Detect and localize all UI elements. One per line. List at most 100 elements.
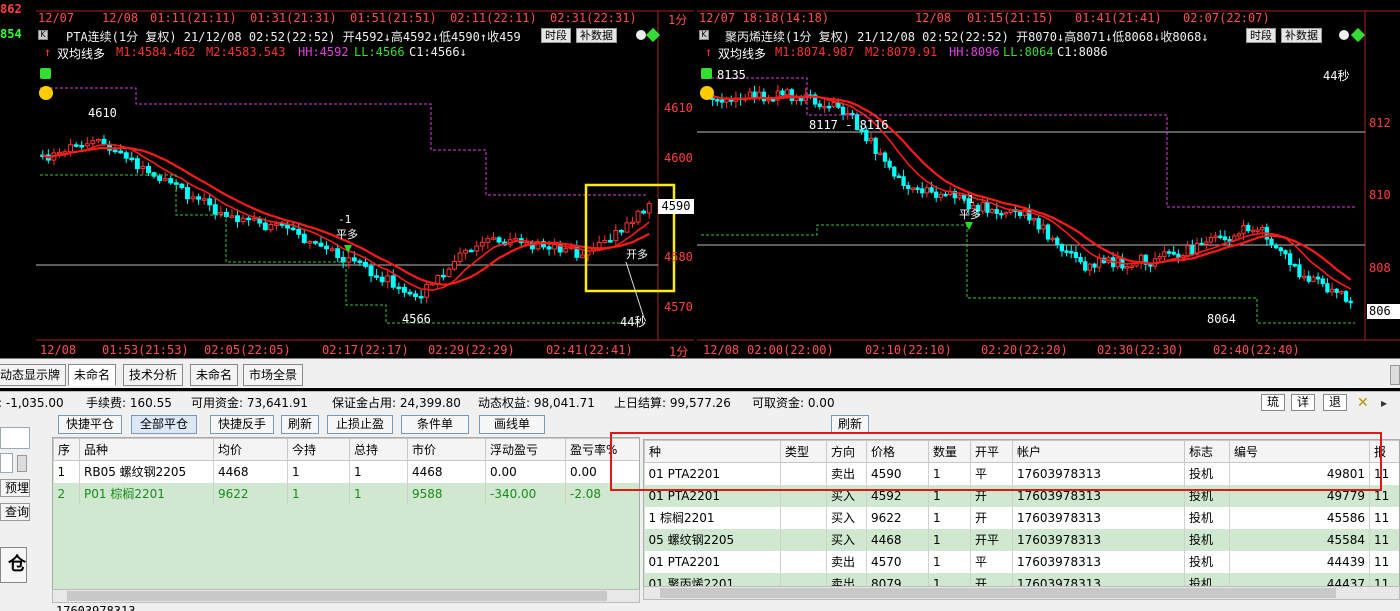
positions-hscroll[interactable] [52, 589, 640, 603]
candle-body [1162, 251, 1167, 258]
left-edge-value-1: 862 [0, 2, 22, 16]
candle-body [999, 212, 1004, 216]
candle-body [1171, 251, 1176, 255]
positions-scroll-thumb[interactable] [67, 591, 607, 601]
col-today-hold[interactable]: 今持 [287, 438, 350, 461]
pin-icon[interactable]: ▸ [1381, 395, 1397, 411]
candle-body [463, 249, 469, 254]
detail-button[interactable]: 详 [1291, 394, 1315, 411]
tab-technical-analysis[interactable]: 技术分析 [123, 364, 184, 386]
candle-body [1334, 288, 1339, 293]
table-row[interactable]: 1 RB05 螺纹钢2205 4468 1 1 4468 0.00 0.00 [53, 460, 639, 483]
col-total-hold[interactable]: 总持 [349, 438, 408, 461]
account-number: 17603978313 [56, 604, 136, 611]
fill-data-button[interactable]: 补数据 [576, 28, 617, 43]
order-price-input[interactable] [0, 453, 13, 473]
table-row[interactable]: 01 PTA2201 卖出 4570 1 平 17603978313 投机 44439 11 [644, 550, 1399, 573]
trades-hscroll[interactable] [643, 586, 1400, 600]
line-order-button[interactable]: 画线单 [479, 415, 545, 434]
stop-loss-profit-button[interactable]: 止损止盈 [327, 415, 393, 434]
settings-icon[interactable] [636, 30, 646, 40]
table-row[interactable]: 1 棕榈2201 买入 9622 1 开 17603978313 投机 45586 11 [644, 506, 1399, 529]
col-avg-price[interactable]: 均价 [213, 438, 288, 461]
chart-menu-icon[interactable]: K [38, 30, 48, 40]
candle-body [363, 261, 368, 267]
candle-body [68, 144, 74, 153]
candle-body [318, 242, 324, 247]
candle-body [229, 215, 235, 218]
moving-average-line [703, 93, 1352, 290]
candle-body [151, 172, 157, 177]
timeframe-button[interactable]: 时段 [1246, 28, 1276, 43]
price-spin-button[interactable] [17, 455, 27, 472]
candle-body [340, 257, 346, 263]
tab-dynamic-board[interactable]: 动态显示牌 [0, 364, 67, 386]
prev-settlement: 上日结算: 99,577.26 [614, 396, 731, 410]
positions-table: 序 品种 均价 今持 总持 市价 浮动盈亏 盈亏率% 1 RB05 螺纹钢220… [53, 438, 639, 505]
top-axis-label: 01:15(21:15) [967, 11, 1054, 25]
lock-button[interactable]: 琉 [1261, 394, 1285, 411]
trades-scroll-thumb[interactable] [660, 588, 1336, 598]
candle-body [396, 286, 402, 290]
query-button[interactable]: 查询 [0, 503, 30, 521]
candle-body [1041, 224, 1046, 230]
top-axis-label: 01:51(21:51) [350, 11, 437, 25]
cell: 1 棕榈2201 [644, 506, 781, 529]
candle-body [1027, 209, 1032, 221]
candle-body [84, 143, 90, 147]
candle-body [1283, 250, 1288, 255]
tab-market-overview[interactable]: 市场全景 [243, 364, 304, 386]
close-all-button[interactable]: 全部平仓 [131, 415, 197, 434]
timeframe-button[interactable]: 时段 [541, 28, 571, 43]
candle-body [1241, 224, 1246, 235]
indicator-ll: LL:8064 [1003, 45, 1054, 59]
tabs-scroll-button[interactable] [1390, 365, 1400, 385]
table-row[interactable]: 2 P01 棕榈2201 9622 1 1 9588 -340.00 -2.08 [53, 482, 639, 505]
candle-body [1301, 275, 1307, 279]
candle-body [1260, 227, 1265, 231]
candle-body [920, 188, 925, 194]
candle-body [485, 238, 491, 243]
fill-data-button[interactable]: 补数据 [1281, 28, 1322, 43]
candle-body [624, 222, 630, 233]
pta-chart-panel[interactable]: 12/07 12/08 01:11(21:11) 01:31(21:31) 01… [36, 0, 694, 358]
col-market-price[interactable]: 市价 [407, 438, 486, 461]
preset-order-button[interactable]: 预埋 [0, 479, 30, 497]
cell: 1 [928, 550, 971, 573]
price-tick: 812 [1369, 116, 1391, 130]
close-position-button[interactable]: 仓 [0, 547, 27, 583]
candle-body [1064, 250, 1069, 253]
tools-icon[interactable]: ✕ [1357, 395, 1373, 411]
candle-body [90, 140, 96, 145]
col-symbol[interactable]: 品种 [79, 438, 214, 461]
cell: 投机 [1184, 550, 1230, 573]
candle-body [134, 158, 140, 170]
pp-chart-panel[interactable]: 12/07 18:18(14:18) 12/08 01:15(21:15) 01… [697, 0, 1400, 358]
refresh-positions-button[interactable]: 刷新 [281, 415, 319, 434]
candle-body [1199, 242, 1204, 246]
signal-number: -1 [338, 213, 352, 226]
candle-body [346, 257, 352, 263]
col-float-pnl[interactable]: 浮动盈亏 [485, 438, 566, 461]
tab-unnamed-1[interactable]: 未命名 [68, 364, 117, 386]
candle-body [146, 165, 151, 174]
table-row[interactable]: 05 螺纹钢2205 买入 4468 1 开平 17603978313 投机 45584 11 [644, 528, 1399, 551]
exit-button[interactable]: 退 [1323, 394, 1347, 411]
candle-body [906, 185, 911, 190]
col-index[interactable]: 序 [53, 438, 80, 461]
candle-body [435, 274, 441, 284]
candle-body [1208, 236, 1214, 243]
candle-body [446, 268, 452, 277]
tab-unnamed-2[interactable]: 未命名 [190, 364, 239, 386]
candle-body [1087, 263, 1093, 271]
conditional-order-button[interactable]: 条件单 [401, 415, 469, 434]
quick-close-button[interactable]: 快捷平仓 [58, 415, 122, 434]
quick-reverse-button[interactable]: 快捷反手 [210, 415, 274, 434]
order-qty-input[interactable] [0, 427, 30, 449]
settings-icon[interactable] [1339, 30, 1349, 40]
chart-menu-icon[interactable]: K [699, 30, 709, 40]
cell: 买入 [826, 506, 867, 529]
trading-panel: 预埋 查询 仓 快捷平仓 全部平仓 快捷反手 刷新 止损止盈 条件单 画线单 序… [0, 413, 1400, 611]
candle-body [613, 230, 619, 242]
indicator-name: 双均线多 [57, 47, 106, 61]
